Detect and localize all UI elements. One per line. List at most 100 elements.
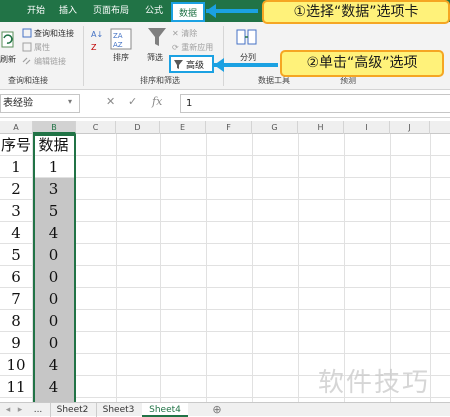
tab-page-layout[interactable]: 页面布局 [88,0,134,22]
scroll-left-icon[interactable]: ◂ [2,403,14,417]
sort-ascending-icon: A↓ Z [91,30,103,52]
column-header-e[interactable]: E [160,121,206,134]
group-separator [83,26,84,86]
svg-text:AZ: AZ [113,41,123,49]
edit-links-button[interactable]: 编辑链接 [34,56,66,67]
cell-a[interactable]: 9 [0,332,33,354]
cell-a[interactable]: 8 [0,310,33,332]
clear-filter-label: 清除 [181,29,198,38]
properties-icon [22,42,32,52]
tab-home[interactable]: 开始 [22,0,50,22]
filter-button[interactable]: 筛选 [147,52,163,63]
reapply-filter-button[interactable]: ⟳ 重新应用 [172,42,213,53]
column-header-b[interactable]: B [33,121,76,134]
queries-connections-button[interactable]: 查询和连接 [34,28,74,39]
table-row: 70 [0,288,450,310]
text-to-columns-icon [236,29,257,45]
clear-filter-button[interactable]: ✕ 清除 [172,28,197,39]
cell-a[interactable]: 4 [0,222,33,244]
column-header-a[interactable]: A [0,121,33,134]
cell-a[interactable]: 6 [0,266,33,288]
queries-icon [22,28,32,38]
svg-text:A↓: A↓ [91,30,103,39]
sheet-tab-bar: ◂ ▸ ... Sheet2 Sheet3 Sheet4 ⊕ [0,402,450,417]
queries-group-label: 查询和连接 [8,76,48,85]
column-header-h[interactable]: H [298,121,344,134]
column-header-g[interactable]: G [252,121,298,134]
cell-b[interactable]: 4 [33,222,75,244]
table-row: 50 [0,244,450,266]
svg-text:ZA: ZA [113,32,123,40]
column-header-f[interactable]: F [206,121,252,134]
advanced-filter-button[interactable]: 高级 [169,55,214,73]
table-row: 序号 数据 [0,134,450,156]
group-separator [223,26,224,86]
tab-data[interactable]: 数据 [171,2,205,22]
cell-b[interactable]: 0 [33,288,75,310]
refresh-icon [1,31,14,48]
cell-a[interactable]: 1 [0,156,33,178]
cell-a[interactable]: 10 [0,354,33,376]
callout-arrowhead [214,58,224,72]
formula-input[interactable]: 1 [180,94,450,113]
column-header-j[interactable]: J [390,121,430,134]
table-row: 80 [0,310,450,332]
column-header-d[interactable]: D [116,121,160,134]
cell-a[interactable]: 3 [0,200,33,222]
table-row: 35 [0,200,450,222]
table-row: 11 [0,156,450,178]
table-row: 23 [0,178,450,200]
cell-b[interactable]: 4 [33,376,75,398]
name-box-value: 表经验 [3,98,33,109]
properties-button[interactable]: 属性 [34,42,50,53]
reapply-filter-label: 重新应用 [181,43,214,52]
cell-a[interactable]: 5 [0,244,33,266]
cell-b[interactable]: 3 [33,178,75,200]
cell-b[interactable]: 0 [33,332,75,354]
cell-a[interactable]: 11 [0,376,33,398]
cell-a[interactable]: 2 [0,178,33,200]
insert-function-icon[interactable]: fx [152,95,162,108]
watermark-text: 软件技巧 [318,368,431,398]
advanced-filter-icon [174,60,183,69]
sort-filter-group-label: 排序和筛选 [140,76,180,85]
cell-a[interactable]: 7 [0,288,33,310]
cell-b[interactable]: 0 [33,266,75,288]
sheet-tab-more[interactable]: ... [28,403,48,417]
formula-bar: 表经验 ▾ ✕ ✓ fx 1 [0,90,450,118]
cancel-icon[interactable]: ✕ [106,95,115,108]
sheet-tab-sheet4[interactable]: Sheet4 [142,403,188,417]
filter-icon [148,28,166,46]
column-header-i[interactable]: I [344,121,390,134]
sheet-tab-sheet3[interactable]: Sheet3 [96,403,140,417]
svg-text:Z: Z [91,43,97,52]
formula-value: 1 [186,98,193,109]
scroll-right-icon[interactable]: ▸ [14,403,26,417]
chevron-down-icon[interactable]: ▾ [68,97,72,106]
confirm-icon[interactable]: ✓ [128,95,137,108]
text-to-columns-button[interactable]: 分列 [240,52,256,63]
cell-a[interactable]: 序号 [0,134,33,156]
callout-select-data-tab: ①选择“数据”选项卡 [262,0,450,24]
table-row: 44 [0,222,450,244]
column-headers: A B C D E F G H I J [0,121,450,134]
column-header-c[interactable]: C [76,121,116,134]
sheet-tab-sheet2[interactable]: Sheet2 [50,403,94,417]
cell-b[interactable]: 4 [33,354,75,376]
advanced-filter-label: 高级 [186,61,205,71]
table-row: 60 [0,266,450,288]
sort-dialog-icon: ZA AZ [110,28,132,50]
tab-insert[interactable]: 插入 [54,0,82,22]
callout-arrowhead [206,4,216,18]
cell-b[interactable]: 数据 [33,134,75,156]
refresh-all-button[interactable]: 刷新 [0,54,16,65]
table-row: 90 [0,332,450,354]
cell-b[interactable]: 1 [33,156,75,178]
add-sheet-icon[interactable]: ⊕ [210,403,224,417]
cell-b[interactable]: 0 [33,244,75,266]
sort-button[interactable]: 排序 [113,52,129,63]
edit-links-icon [22,57,31,65]
cell-b[interactable]: 5 [33,200,75,222]
tab-formulas[interactable]: 公式 [140,0,168,22]
cell-b[interactable]: 0 [33,310,75,332]
